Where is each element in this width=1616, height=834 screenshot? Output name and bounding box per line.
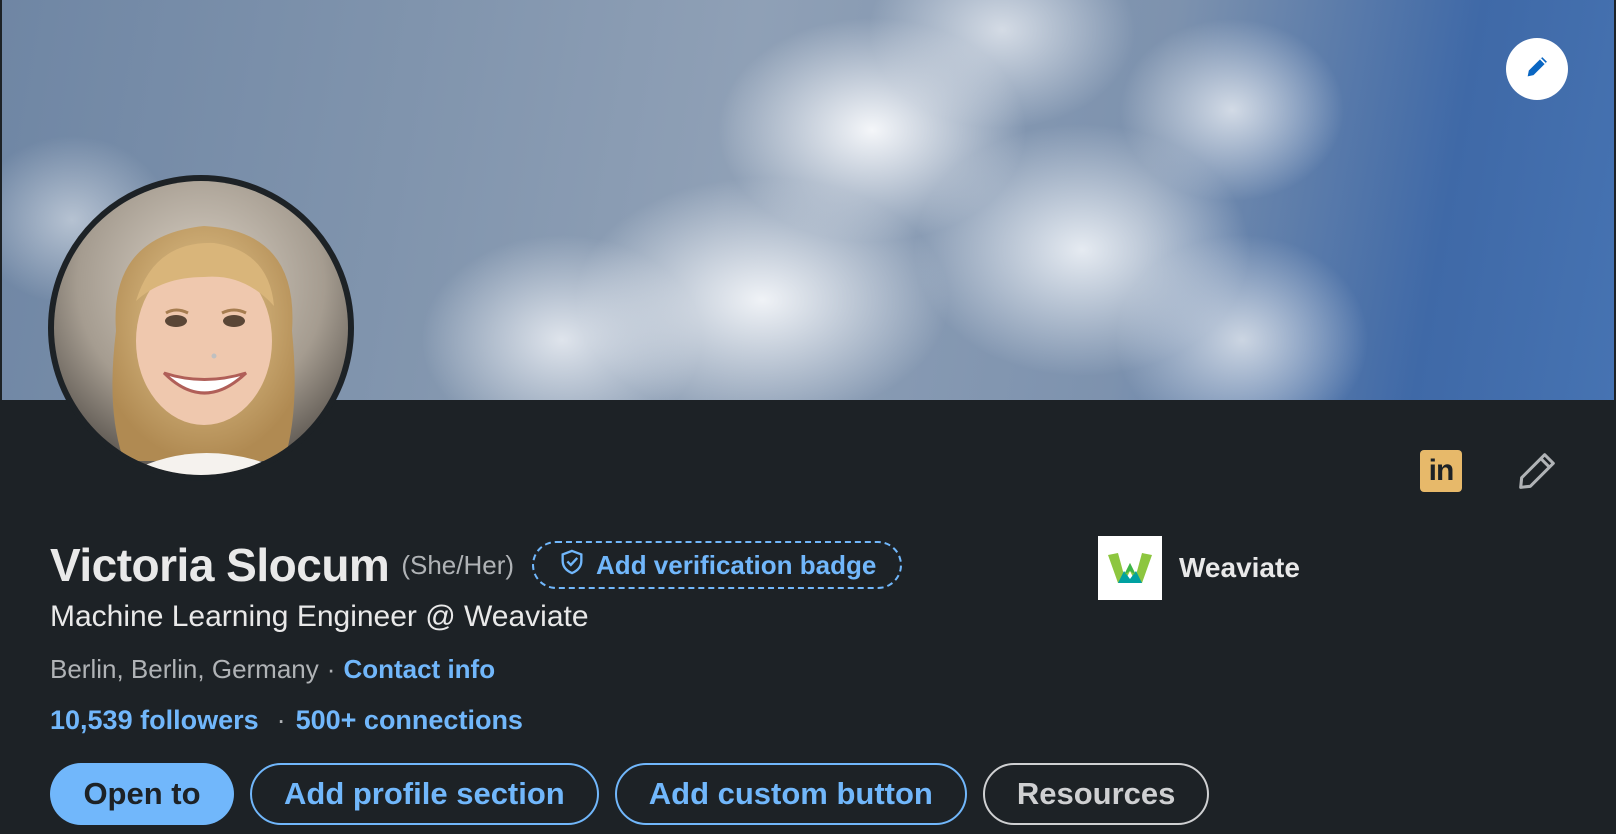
- location: Berlin, Berlin, Germany: [50, 654, 319, 684]
- name-row: Victoria Slocum (She/Her) Add verificati…: [50, 538, 903, 592]
- verification-label: Add verification badge: [596, 549, 877, 580]
- profile-card: in Victoria Slocum (She/Her) Add verific…: [0, 0, 1616, 834]
- connections-link[interactable]: 500+ connections: [296, 705, 523, 736]
- edit-cover-button[interactable]: [1506, 38, 1568, 100]
- profile-photo[interactable]: [48, 175, 354, 481]
- resources-button[interactable]: Resources: [982, 763, 1210, 825]
- edit-intro-button[interactable]: [1514, 448, 1560, 494]
- followers-link[interactable]: 10,539 followers: [50, 705, 259, 736]
- contact-info-link[interactable]: Contact info: [343, 654, 495, 685]
- add-verification-badge-button[interactable]: Add verification badge: [532, 541, 903, 589]
- location-separator: ·: [326, 654, 336, 684]
- stats-separator: ·: [276, 705, 286, 735]
- action-buttons: Open to Add profile section Add custom b…: [50, 763, 1225, 825]
- add-custom-button-button[interactable]: Add custom button: [614, 763, 967, 825]
- linkedin-icon[interactable]: in: [1420, 450, 1462, 492]
- pronouns: (She/Her): [401, 549, 515, 580]
- profile-name: Victoria Slocum: [50, 539, 390, 591]
- company-name: Weaviate: [1179, 552, 1300, 583]
- pencil-icon: [1523, 53, 1551, 86]
- headline: Machine Learning Engineer @ Weaviate: [50, 600, 589, 633]
- stats-row: 10,539 followers · 500+ connections: [50, 705, 523, 736]
- pencil-outline-icon: [1514, 453, 1560, 498]
- open-to-button[interactable]: Open to: [50, 763, 234, 825]
- add-profile-section-button[interactable]: Add profile section: [250, 763, 599, 825]
- location-row: Berlin, Berlin, Germany · Contact info: [50, 654, 495, 685]
- weaviate-logo-icon: [1098, 536, 1162, 600]
- linkedin-logo-text: in: [1428, 454, 1455, 487]
- shield-check-icon: [558, 548, 596, 583]
- current-company[interactable]: Weaviate: [1098, 536, 1300, 600]
